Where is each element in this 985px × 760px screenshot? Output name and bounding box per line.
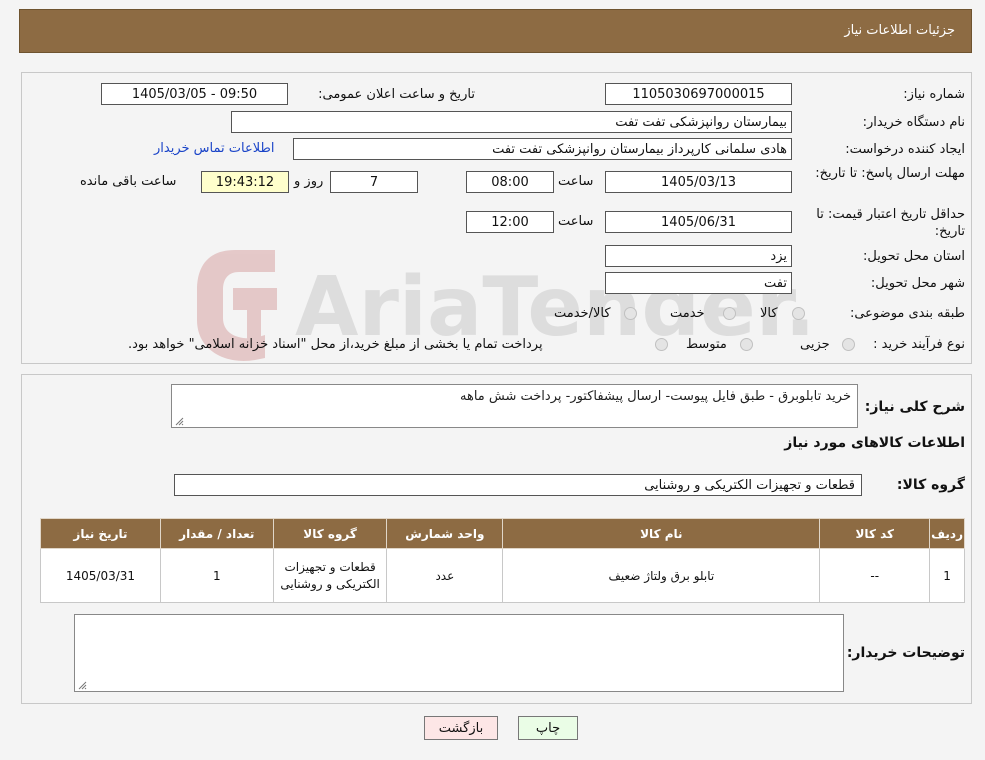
col-date: تاریخ نیاز — [40, 518, 161, 549]
goods-section-title: اطلاعات کالاهای مورد نیاز — [784, 435, 965, 451]
purchase-type-minor-label: جزیی — [800, 337, 830, 352]
col-code: کد کالا — [819, 518, 931, 549]
category-label: طبقه بندی موضوعی: — [849, 306, 965, 321]
resize-grip-icon[interactable] — [174, 416, 184, 426]
buyer-contact-link[interactable]: اطلاعات تماس خریدار — [154, 141, 274, 156]
price-validity-time-field: 12:00 — [466, 211, 554, 233]
remaining-time-label: ساعت باقی مانده — [80, 174, 177, 189]
cell-group: قطعات و تجهیزات الکتریکی و روشنایی — [272, 548, 388, 603]
table-row: 1 -- تابلو برق ولتاژ ضعیف عدد قطعات و تج… — [40, 548, 965, 603]
announce-datetime-field: 1405/03/05 - 09:50 — [101, 83, 288, 105]
treasury-note: پرداخت تمام یا بخشی از مبلغ خرید،از محل … — [128, 337, 543, 352]
purchase-type-medium-radio[interactable] — [740, 338, 753, 351]
price-validity-label: حداقل تاریخ اعتبار قیمت: تا تاریخ: — [816, 207, 965, 239]
days-label: روز و — [294, 174, 324, 189]
purchase-type-label: نوع فرآیند خرید : — [873, 337, 965, 352]
cell-code: -- — [819, 548, 931, 603]
col-row: ردیف — [929, 518, 965, 549]
description-label: شرح کلی نیاز: — [864, 399, 965, 415]
cell-name: تابلو برق ولتاژ ضعیف — [502, 548, 821, 603]
reply-deadline-time-field: 08:00 — [466, 171, 554, 193]
buyer-notes-label: توضیحات خریدار: — [846, 645, 965, 661]
city-label: شهر محل تحویل: — [870, 276, 965, 291]
buyer-org-label: نام دستگاه خریدار: — [862, 115, 965, 130]
col-qty: تعداد / مقدار — [159, 518, 274, 549]
cell-qty: 1 — [159, 548, 274, 603]
category-goods-service-label: کالا/خدمت — [554, 306, 611, 321]
buyer-org-field: بیمارستان روانپزشکی تفت تفت — [231, 111, 792, 133]
resize-grip-icon[interactable] — [77, 680, 87, 690]
remaining-time-field: 19:43:12 — [201, 171, 289, 193]
reply-deadline-label: مهلت ارسال پاسخ: تا تاریخ: — [815, 166, 965, 181]
cell-row: 1 — [929, 548, 965, 603]
page-header: جزئیات اطلاعات نیاز — [19, 9, 972, 53]
remaining-days-field: 7 — [330, 171, 418, 193]
page-title: جزئیات اطلاعات نیاز — [844, 23, 955, 38]
print-button[interactable]: چاپ — [518, 716, 578, 740]
col-unit: واحد شمارش — [386, 518, 504, 549]
category-goods-radio[interactable] — [792, 307, 805, 320]
price-validity-time-label: ساعت — [558, 214, 594, 229]
goods-table: ردیف کد کالا نام کالا واحد شمارش گروه کا… — [40, 518, 965, 603]
purchase-type-minor-radio[interactable] — [842, 338, 855, 351]
goods-table-header: ردیف کد کالا نام کالا واحد شمارش گروه کا… — [40, 518, 965, 549]
reply-deadline-date-field: 1405/03/13 — [605, 171, 792, 193]
category-service-label: خدمت — [670, 306, 705, 321]
col-group: گروه کالا — [272, 518, 388, 549]
need-number-field: 1105030697000015 — [605, 83, 792, 105]
treasury-checkbox[interactable] — [655, 338, 668, 351]
purchase-type-medium-label: متوسط — [686, 337, 727, 352]
province-field: یزد — [605, 245, 792, 267]
category-goods-service-radio[interactable] — [624, 307, 637, 320]
province-label: استان محل تحویل: — [863, 249, 965, 264]
goods-group-field: قطعات و تجهیزات الکتریکی و روشنایی — [174, 474, 862, 496]
cell-unit: عدد — [386, 548, 504, 603]
requester-field: هادی سلمانی کارپرداز بیمارستان روانپزشکی… — [293, 138, 792, 160]
reply-deadline-time-label: ساعت — [558, 174, 594, 189]
announce-datetime-label: تاریخ و ساعت اعلان عمومی: — [318, 87, 475, 102]
city-field: تفت — [605, 272, 792, 294]
requester-label: ایجاد کننده درخواست: — [845, 142, 965, 157]
description-textarea[interactable]: خرید تابلوبرق - طبق فایل پیوست- ارسال پی… — [171, 384, 858, 428]
back-button[interactable]: بازگشت — [424, 716, 498, 740]
buyer-notes-textarea[interactable] — [74, 614, 844, 692]
category-goods-label: کالا — [760, 306, 778, 321]
need-number-label: شماره نیاز: — [903, 87, 965, 102]
price-validity-date-field: 1405/06/31 — [605, 211, 792, 233]
col-name: نام کالا — [502, 518, 821, 549]
cell-date: 1405/03/31 — [40, 548, 161, 603]
goods-group-label: گروه کالا: — [896, 477, 965, 493]
category-service-radio[interactable] — [723, 307, 736, 320]
